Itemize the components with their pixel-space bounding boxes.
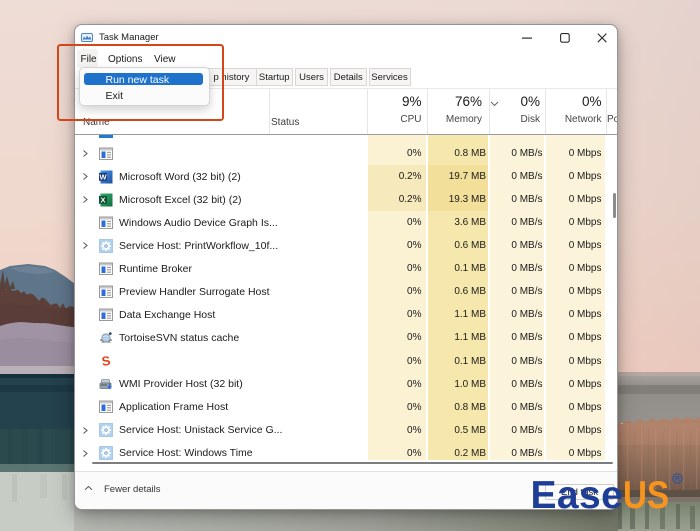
svg-text:S: S xyxy=(101,354,112,368)
svg-text:R: R xyxy=(675,476,680,483)
svg-text:X: X xyxy=(100,195,105,204)
svg-text:W: W xyxy=(99,172,107,181)
